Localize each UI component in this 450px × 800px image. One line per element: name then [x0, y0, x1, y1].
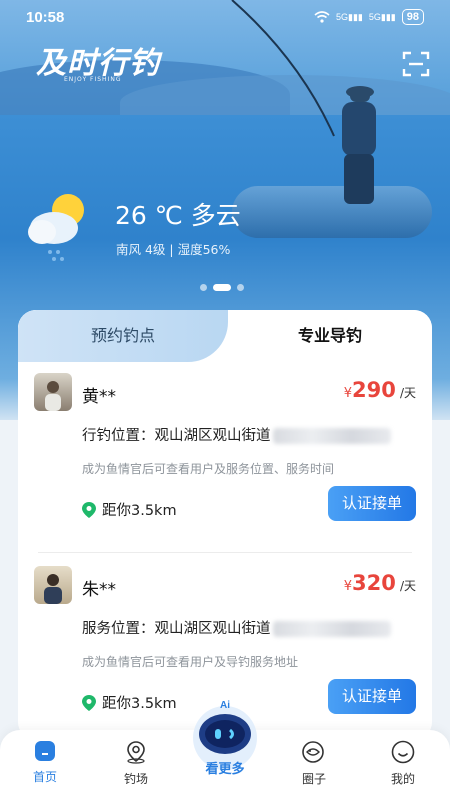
list-item[interactable]: 黄** ¥290 /天 行钓位置：观山湖区观山街道 成为鱼情官后可查看用户及服务… [18, 362, 432, 553]
weather-details: 南风 4级 | 湿度56% [116, 242, 231, 257]
divider [38, 552, 412, 553]
nav-home[interactable]: 首页 [10, 740, 80, 785]
tab-bar: 预约钓点 专业导钓 [18, 310, 432, 362]
status-time: 10:58 [26, 9, 65, 26]
tab-pro-guide[interactable]: 专业导钓 [228, 310, 432, 362]
scan-icon[interactable] [402, 50, 430, 78]
nav-fishing-spot[interactable]: 钓场 [101, 740, 171, 787]
fish-icon [302, 741, 324, 763]
price-tag: ¥290 /天 [343, 378, 416, 402]
home-icon [35, 741, 55, 761]
map-pin-icon [127, 741, 145, 764]
tab-reserve-spot[interactable]: 预约钓点 [18, 310, 228, 362]
guide-distance: 距你3.5km [82, 692, 177, 713]
weather-temperature: 26 ℃ 多云 [115, 201, 241, 230]
avatar [34, 373, 72, 411]
guide-name: 朱** [82, 580, 116, 600]
wifi-icon [314, 11, 330, 23]
carousel-dot-active[interactable] [213, 284, 231, 291]
location-pin-icon [82, 501, 96, 518]
fisherman-illustration [342, 86, 376, 204]
signal-icon-2: 5G▮▮▮ [368, 11, 396, 22]
price-tag: ¥320 /天 [343, 571, 416, 595]
blurred-address [272, 621, 391, 637]
carousel-indicator [200, 284, 244, 291]
signal-icon: 5G▮▮▮ [336, 11, 363, 22]
blurred-address [272, 428, 391, 444]
guide-hint: 成为鱼情官后可查看用户及服务位置、服务时间 [82, 462, 335, 476]
status-icons: 5G▮▮▮ 5G▮▮▮ 98 [314, 9, 424, 25]
accept-order-button[interactable]: 认证接单 [328, 486, 416, 521]
location-pin-icon [82, 694, 96, 711]
carousel-dot[interactable] [200, 284, 207, 291]
guide-location: 服务位置：观山湖区观山街道 [82, 617, 391, 638]
ai-assistant-label[interactable]: 看更多 [190, 758, 260, 777]
guide-card: 预约钓点 专业导钓 黄** ¥290 /天 行钓位置：观山湖区观山街道 成为鱼情… [18, 310, 432, 740]
nav-profile[interactable]: 我的 [368, 740, 438, 787]
guide-name: 黄** [82, 387, 116, 407]
guide-location: 行钓位置：观山湖区观山街道 [82, 424, 391, 445]
nav-circle[interactable]: 圈子 [279, 740, 349, 787]
app-logo-subtitle: ENJOY FISHING [64, 76, 122, 83]
ai-badge: Ai [220, 700, 230, 711]
cloudy-rain-icon [28, 194, 84, 261]
status-bar: 10:58 5G▮▮▮ 5G▮▮▮ 98 [0, 0, 450, 36]
guide-hint: 成为鱼情官后可查看用户及导钓服务地址 [82, 655, 299, 669]
guide-distance: 距你3.5km [82, 499, 177, 520]
avatar [34, 566, 72, 604]
battery-icon: 98 [401, 9, 424, 25]
smile-icon [391, 740, 415, 764]
accept-order-button[interactable]: 认证接单 [328, 679, 416, 714]
carousel-dot[interactable] [237, 284, 244, 291]
